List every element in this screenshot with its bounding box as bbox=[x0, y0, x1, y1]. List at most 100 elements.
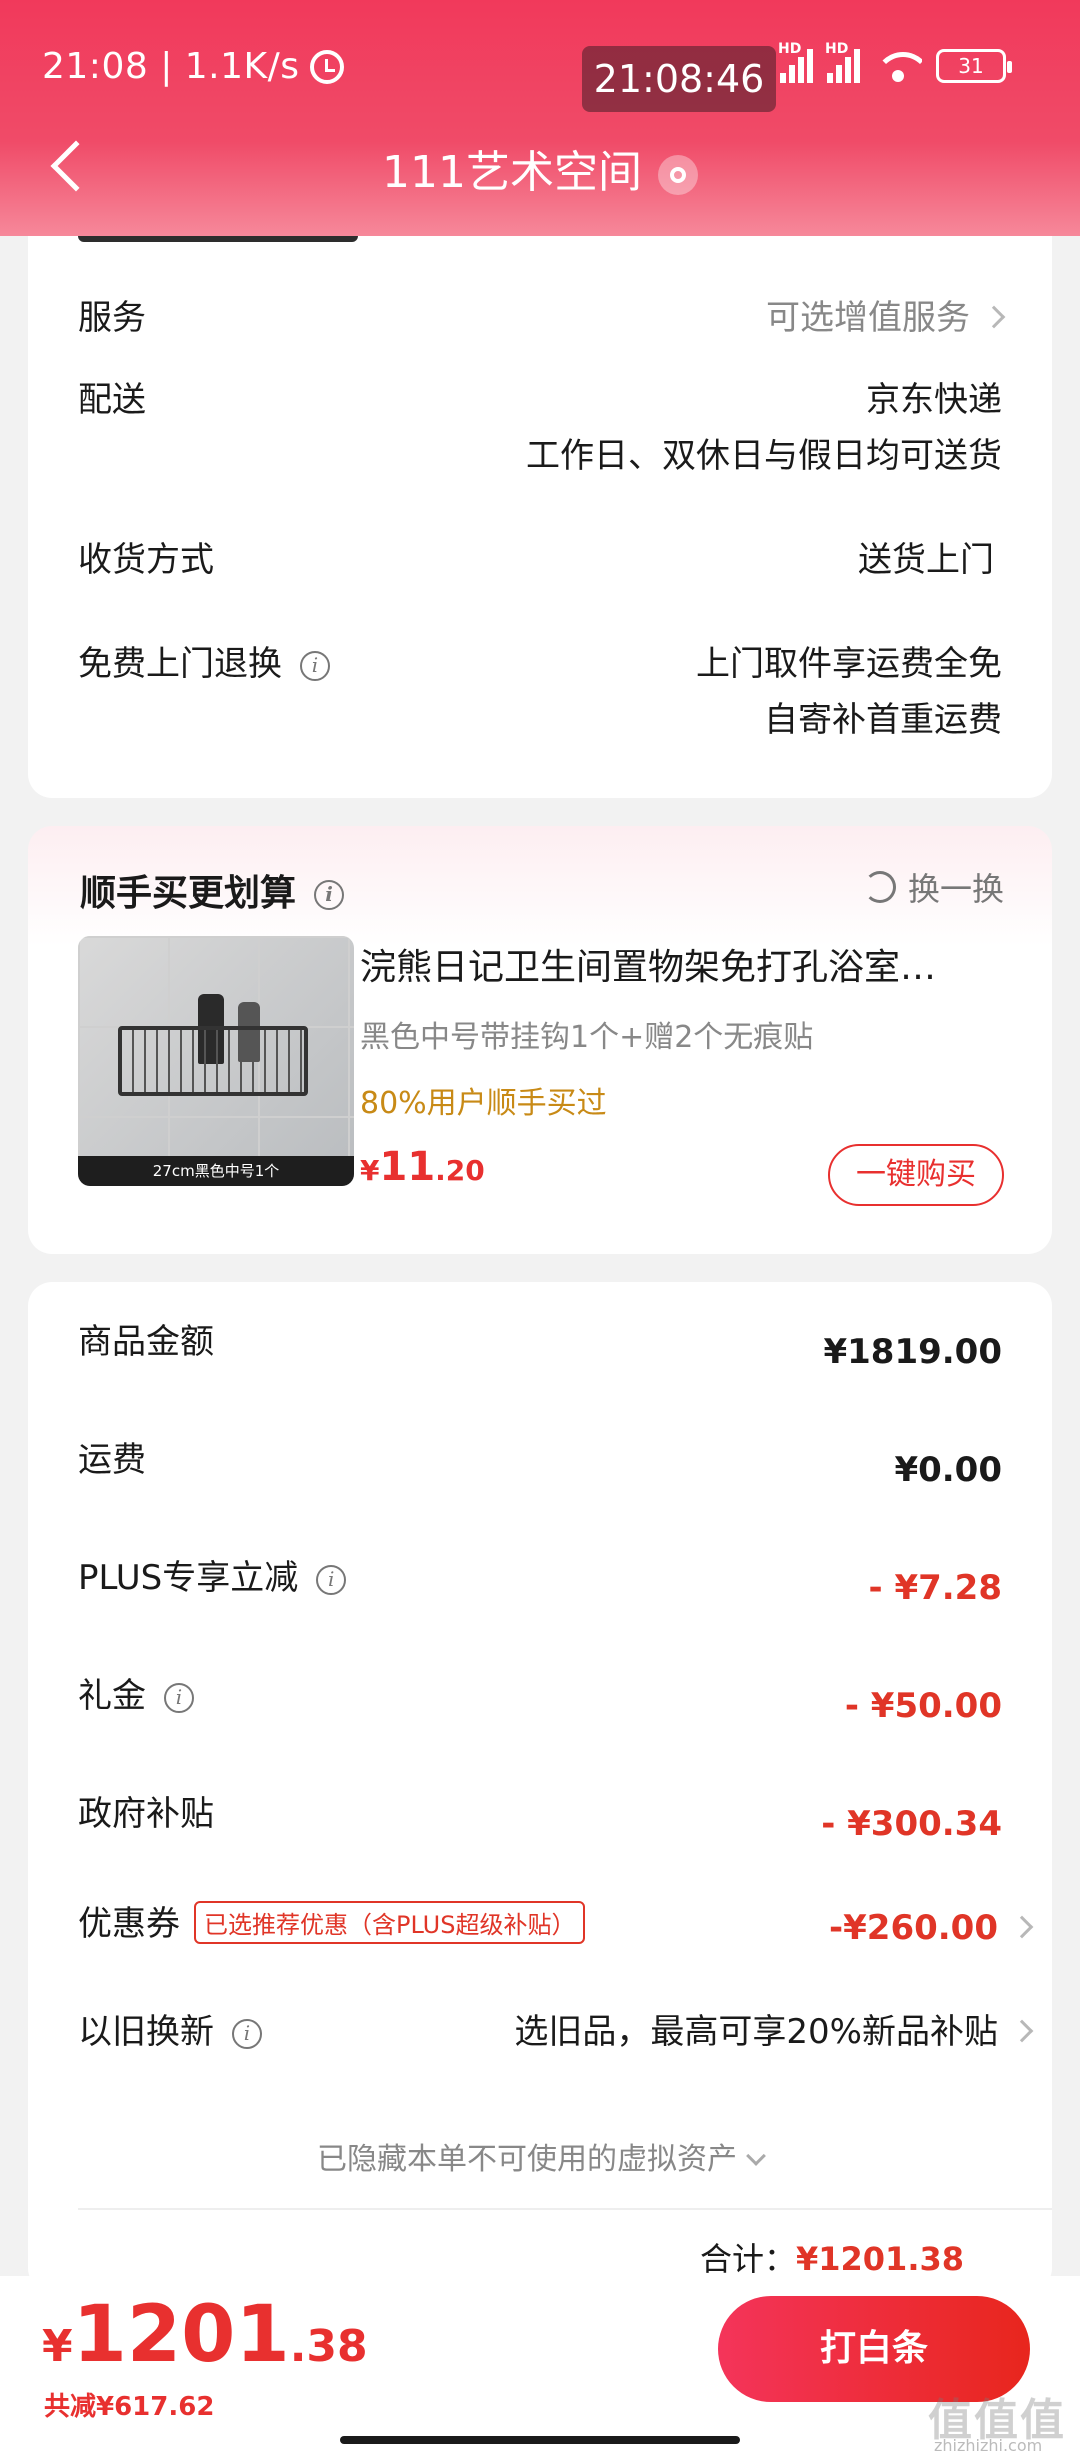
swap-button[interactable]: 换一换 bbox=[863, 864, 1004, 910]
service-value-text: 可选增值服务 bbox=[766, 298, 970, 338]
shipping-carrier: 京东快递 bbox=[866, 380, 1002, 420]
final-price-dec: .38 bbox=[289, 2321, 368, 2372]
location-pin-icon[interactable] bbox=[657, 155, 698, 195]
recommend-title-wrap: 顺手买更划算 i bbox=[80, 864, 345, 916]
freight-row: 运费 ¥0.00 bbox=[78, 1432, 1002, 1490]
checkout-bar: ¥1201.38 共减¥617.62 打白条 值值值 zhizhizhi.com bbox=[0, 2276, 1080, 2460]
receive-row: 收货方式 送货上门 bbox=[78, 532, 1002, 588]
final-price: ¥1201.38 bbox=[42, 2290, 368, 2380]
gift-label-wrap: 礼金 i bbox=[78, 1668, 194, 1717]
hidden-note-text: 已隐藏本单不可使用的虚拟资产 bbox=[317, 2142, 737, 2177]
gift-value: - ¥50.00 bbox=[844, 1686, 1002, 1726]
wifi-icon bbox=[874, 48, 922, 84]
info-icon[interactable]: i bbox=[316, 1564, 347, 1595]
order-confirm-page: 服务 可选增值服务 配送 京东快递 工作日、双休日与假日均可送货 收货方式 送货… bbox=[0, 0, 1080, 2460]
info-icon[interactable]: i bbox=[300, 650, 330, 681]
tradein-row[interactable]: 以旧换新 i 选旧品，最高可享20%新品补贴 bbox=[78, 2004, 1034, 2060]
info-icon[interactable]: i bbox=[232, 2018, 262, 2049]
status-bar: 21:08 | 1.1K/s 21:08:46 HD HD 31 bbox=[0, 0, 1080, 140]
return-value: 上门取件享运费全免 自寄补首重运费 bbox=[696, 636, 1002, 748]
final-price-yen: ¥ bbox=[42, 2321, 73, 2372]
service-row[interactable]: 服务 可选增值服务 bbox=[78, 290, 1006, 346]
tradein-value-wrap: 选旧品，最高可享20%新品补贴 bbox=[514, 2004, 1034, 2060]
page-title: 111艺术空间 bbox=[382, 147, 642, 198]
freight-value: ¥0.00 bbox=[894, 1450, 1002, 1490]
recommend-card: 顺手买更划算 i 换一换 27cm黑色中号1个 浣熊日记卫生间置物架免打孔浴室… … bbox=[28, 826, 1052, 1254]
freight-label: 运费 bbox=[78, 1440, 146, 1480]
plus-value: - ¥7.28 bbox=[868, 1568, 1003, 1608]
total-label: 合计： bbox=[699, 2240, 796, 2278]
chevron-right-icon bbox=[1010, 2019, 1034, 2042]
home-indicator[interactable] bbox=[340, 2436, 740, 2444]
gift-label: 礼金 bbox=[78, 1676, 146, 1716]
social-proof: 80%用户顺手买过 bbox=[360, 1086, 607, 1121]
goods-amount-row: 商品金额 ¥1819.00 bbox=[78, 1314, 1002, 1372]
signal-icon: HD bbox=[825, 41, 860, 83]
tradein-label: 以旧换新 bbox=[78, 2012, 214, 2052]
status-right: HD HD 31 bbox=[778, 41, 1012, 84]
coupon-value: -¥260.00 bbox=[829, 1908, 998, 1948]
chevron-right-icon bbox=[982, 305, 1006, 328]
clock-overlay: 21:08:46 bbox=[582, 46, 776, 112]
total-value: ¥1201.38 bbox=[795, 2240, 964, 2278]
product-image[interactable]: 27cm黑色中号1个 bbox=[78, 936, 354, 1186]
battery-level: 31 bbox=[958, 54, 984, 78]
shipping-label: 配送 bbox=[78, 380, 146, 420]
total-saved: 共减¥617.62 bbox=[44, 2392, 215, 2422]
refresh-icon bbox=[863, 871, 896, 903]
chevron-down-icon bbox=[746, 2146, 766, 2166]
status-time-speed: 21:08 | 1.1K/s bbox=[42, 46, 300, 87]
price-yen: ¥ bbox=[360, 1154, 380, 1187]
return-label-wrap: 免费上门退换 i bbox=[78, 636, 330, 685]
return-value-2: 自寄补首重运费 bbox=[764, 700, 1002, 740]
alarm-icon bbox=[309, 49, 344, 84]
signal-icon: HD bbox=[778, 41, 813, 83]
total-row: 合计：¥1201.38 bbox=[700, 2234, 964, 2280]
subsidy-value: - ¥300.34 bbox=[821, 1804, 1002, 1844]
watermark-url: zhizhizhi.com bbox=[934, 2436, 1043, 2455]
product-name[interactable]: 浣熊日记卫生间置物架免打孔浴室… bbox=[360, 938, 1010, 990]
chevron-right-icon bbox=[1010, 1915, 1034, 1938]
hd-label: HD bbox=[825, 41, 849, 57]
divider bbox=[78, 2208, 1052, 2210]
coupon-value-wrap: -¥260.00 bbox=[829, 1900, 1034, 1956]
recommend-title: 顺手买更划算 bbox=[80, 873, 297, 914]
shipping-schedule: 工作日、双休日与假日均可送货 bbox=[526, 436, 1002, 476]
coupon-row[interactable]: 优惠券 已选推荐优惠（含PLUS超级补贴） -¥260.00 bbox=[78, 1896, 1034, 1952]
price-dec: .20 bbox=[435, 1154, 485, 1187]
one-click-buy-button[interactable]: 一键购买 bbox=[828, 1144, 1004, 1206]
rack-shape bbox=[118, 1026, 308, 1096]
price-breakdown-card: 商品金额 ¥1819.00 运费 ¥0.00 PLUS专享立减 i - ¥7.28… bbox=[28, 1282, 1052, 2292]
gift-row: 礼金 i - ¥50.00 bbox=[78, 1668, 1002, 1726]
product-spec: 黑色中号带挂钩1个+赠2个无痕贴 bbox=[360, 1020, 814, 1055]
hidden-assets-toggle[interactable]: 已隐藏本单不可使用的虚拟资产 bbox=[28, 2134, 1052, 2178]
shipping-value: 京东快递 工作日、双休日与假日均可送货 bbox=[526, 372, 1002, 484]
return-value-1: 上门取件享运费全免 bbox=[696, 644, 1002, 684]
tradein-value: 选旧品，最高可享20%新品补贴 bbox=[514, 2012, 998, 2052]
service-label: 服务 bbox=[78, 298, 146, 338]
hd-label: HD bbox=[778, 41, 802, 57]
info-icon[interactable]: i bbox=[164, 1682, 194, 1713]
status-left: 21:08 | 1.1K/s bbox=[42, 46, 344, 87]
product-price: ¥11.20 bbox=[360, 1144, 485, 1190]
plus-label: PLUS专享立减 bbox=[78, 1558, 299, 1598]
battery-icon: 31 bbox=[936, 49, 1012, 83]
swap-label: 换一换 bbox=[907, 870, 1004, 908]
receive-value: 送货上门 bbox=[858, 540, 994, 580]
service-value: 可选增值服务 bbox=[766, 290, 1006, 346]
delivery-card: 服务 可选增值服务 配送 京东快递 工作日、双休日与假日均可送货 收货方式 送货… bbox=[28, 180, 1052, 798]
return-label: 免费上门退换 bbox=[78, 644, 282, 684]
coupon-label: 优惠券 bbox=[78, 1904, 180, 1944]
return-row: 免费上门退换 i 上门取件享运费全免 自寄补首重运费 bbox=[78, 636, 1002, 748]
coupon-tag: 已选推荐优惠（含PLUS超级补贴） bbox=[194, 1901, 586, 1944]
goods-label: 商品金额 bbox=[78, 1322, 214, 1362]
image-caption: 27cm黑色中号1个 bbox=[78, 1156, 354, 1186]
info-icon[interactable]: i bbox=[314, 880, 345, 910]
page-title-wrap: 111艺术空间 bbox=[0, 136, 1080, 200]
header: 21:08 | 1.1K/s 21:08:46 HD HD 31 111艺术空间 bbox=[0, 0, 1080, 236]
final-price-int: 1201 bbox=[72, 2290, 290, 2380]
plus-label-wrap: PLUS专享立减 i bbox=[78, 1550, 347, 1599]
subsidy-label: 政府补贴 bbox=[78, 1794, 214, 1834]
price-int: 11 bbox=[379, 1144, 436, 1190]
coupon-label-wrap: 优惠券 已选推荐优惠（含PLUS超级补贴） bbox=[78, 1896, 586, 1947]
